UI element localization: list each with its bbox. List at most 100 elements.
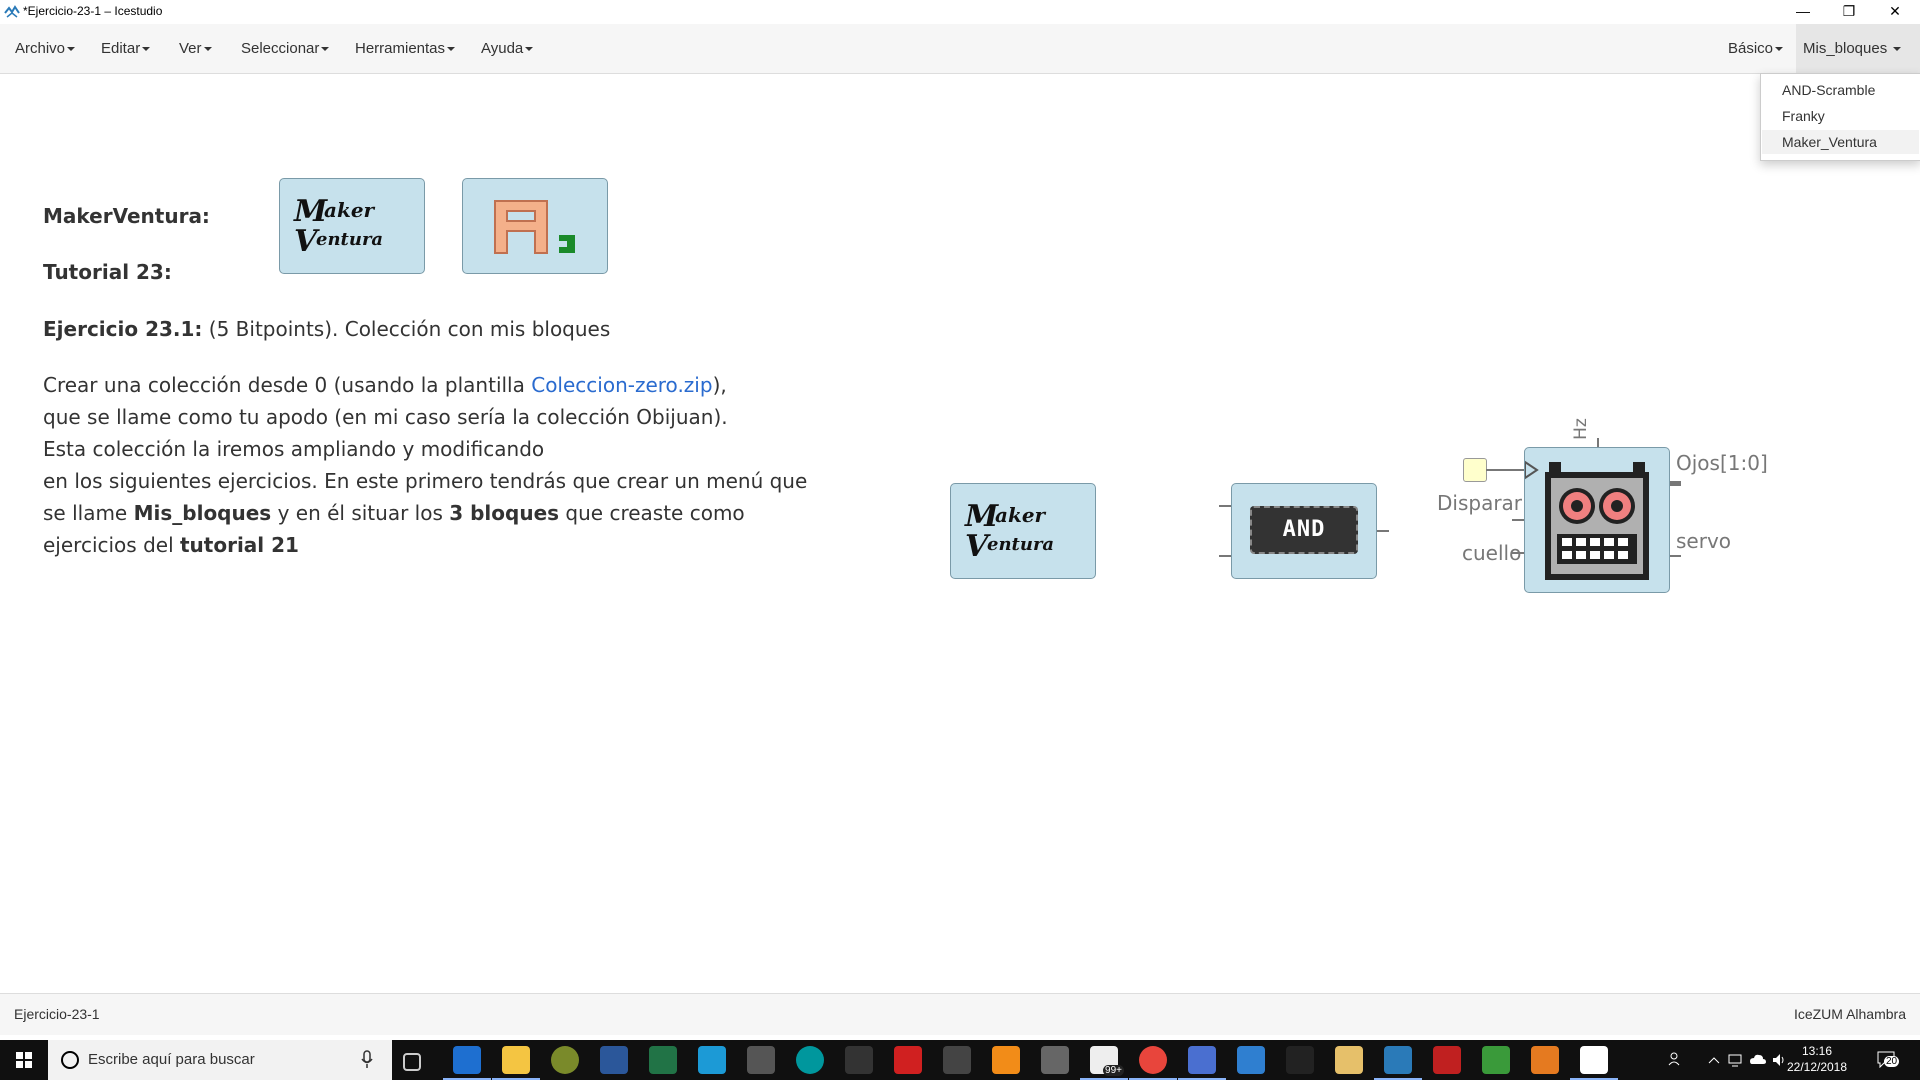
robot-ojos-port[interactable] xyxy=(1669,481,1681,486)
paragraph-line-3: Esta colección la iremos ampliando y mod… xyxy=(43,437,545,461)
svg-text:entura: entura xyxy=(316,229,383,250)
status-board-name[interactable]: IceZUM Alhambra xyxy=(1794,1006,1906,1022)
p1-text-a: Crear una colección desde 0 (usando la p… xyxy=(43,373,532,397)
svg-text:entura: entura xyxy=(987,534,1054,555)
menu-archivo[interactable]: Archivo xyxy=(8,24,82,73)
caret-down-icon xyxy=(1775,47,1784,52)
camera-app-icon[interactable] xyxy=(747,1046,775,1074)
paragraph-line-6: ejercicios del tutorial 21 xyxy=(43,533,299,557)
taskbar-search[interactable]: Escribe aquí para buscar xyxy=(48,1040,392,1080)
svg-text:aker: aker xyxy=(995,503,1047,527)
drive-app-icon[interactable] xyxy=(943,1046,971,1074)
exercise-description: (5 Bitpoints). Colección con mis bloques xyxy=(202,317,611,341)
typora-icon[interactable] xyxy=(1570,1046,1618,1080)
shield-app-icon[interactable] xyxy=(1531,1046,1559,1074)
mail-icon[interactable]: 99+ xyxy=(1080,1046,1128,1080)
dropdown-item-and-scramble[interactable]: AND-Scramble xyxy=(1762,78,1919,102)
makerventura-block[interactable]: M aker V entura xyxy=(950,483,1096,579)
menu-seleccionar[interactable]: Seleccionar xyxy=(234,24,336,73)
menu-basico-label: Básico xyxy=(1728,40,1774,57)
disparar-wire xyxy=(1486,469,1524,471)
caret-down-icon xyxy=(67,47,76,52)
inkscape-icon[interactable] xyxy=(845,1046,873,1074)
start-button[interactable] xyxy=(0,1040,48,1080)
menu-ayuda[interactable]: Ayuda xyxy=(474,24,540,73)
robot-cuello-port[interactable] xyxy=(1512,552,1524,554)
word-icon[interactable] xyxy=(600,1046,628,1074)
menu-basico[interactable]: Básico xyxy=(1721,24,1790,73)
chrome-icon[interactable] xyxy=(1129,1046,1177,1080)
coleccion-zero-link[interactable]: Coleccion-zero.zip xyxy=(531,373,712,397)
and-output-port[interactable] xyxy=(1377,530,1389,532)
notepad-icon[interactable] xyxy=(1482,1046,1510,1074)
robot-disparar-port[interactable] xyxy=(1512,519,1524,521)
exercise-number: Ejercicio 23.1: xyxy=(43,317,203,341)
makerventura-logo-image: M aker V entura xyxy=(279,178,425,274)
onedrive-cloud-icon[interactable] xyxy=(1749,1052,1767,1068)
notification-count: 20 xyxy=(1884,1056,1900,1067)
maximize-button[interactable]: ❐ xyxy=(1826,0,1872,24)
file-explorer-icon[interactable] xyxy=(492,1046,540,1080)
vscode-icon[interactable] xyxy=(1237,1046,1265,1074)
p5-text-a: se llame xyxy=(43,501,134,525)
icestudio-taskbar-icon[interactable] xyxy=(1374,1046,1422,1080)
caret-down-icon xyxy=(142,47,151,52)
windows-logo-icon xyxy=(16,1052,32,1068)
menu-ver-label: Ver xyxy=(179,40,202,57)
mis-bloques-dropdown: AND-Scramble Franky Maker_Ventura xyxy=(1760,73,1920,161)
remote-app-icon[interactable] xyxy=(1178,1046,1226,1080)
dropdown-item-maker-ventura[interactable]: Maker_Ventura xyxy=(1762,130,1919,154)
vlc-icon[interactable] xyxy=(992,1046,1020,1074)
close-button[interactable]: ✕ xyxy=(1872,0,1918,24)
and-chip-body: AND xyxy=(1250,506,1358,554)
p1-text-b: ), xyxy=(712,373,727,397)
menu-herramientas[interactable]: Herramientas xyxy=(348,24,462,73)
f-app-icon[interactable] xyxy=(894,1046,922,1074)
network-icon[interactable] xyxy=(1727,1052,1743,1068)
dropdown-item-franky[interactable]: Franky xyxy=(1762,104,1919,128)
exercise-title: Ejercicio 23.1: (5 Bitpoints). Colección… xyxy=(43,317,610,341)
tray-chevron-up-icon[interactable] xyxy=(1707,1053,1721,1067)
task-view-icon[interactable] xyxy=(403,1053,421,1071)
menu-ayuda-label: Ayuda xyxy=(481,40,524,57)
aj-logo xyxy=(494,200,575,254)
p5-text-e: que creaste como xyxy=(559,501,745,525)
paragraph-line-1: Crear una colección desde 0 (usando la p… xyxy=(43,373,727,397)
menu-editar[interactable]: Editar xyxy=(94,24,157,73)
icestudio-app-icon xyxy=(4,5,20,18)
menu-bar: Archivo Editar Ver Seleccionar Herramien… xyxy=(0,24,1920,74)
franky-robot-block[interactable] xyxy=(1524,447,1670,593)
aj-logo-image xyxy=(462,178,608,274)
title-bar: *Ejercicio-23-1 – Icestudio — ❐ ✕ xyxy=(0,0,1920,24)
disparar-input-pin[interactable] xyxy=(1463,458,1487,482)
taskbar-clock[interactable]: 13:16 22/12/2018 xyxy=(1785,1043,1849,1075)
people-icon[interactable] xyxy=(1668,1051,1684,1067)
windows-taskbar: Escribe aquí para buscar 99+ 13:16 22/12… xyxy=(0,1040,1920,1080)
design-canvas[interactable]: MakerVentura: Tutorial 23: Ejercicio 23.… xyxy=(0,74,1920,993)
p6-text-a: ejercicios del xyxy=(43,533,180,557)
and-input-port-1[interactable] xyxy=(1219,505,1231,507)
gitkraken-icon[interactable] xyxy=(1286,1046,1314,1074)
calculator-icon[interactable] xyxy=(1041,1046,1069,1074)
excel-icon[interactable] xyxy=(649,1046,677,1074)
status-project-name: Ejercicio-23-1 xyxy=(14,1006,100,1022)
makerventura-block-logo: M aker V entura xyxy=(964,499,1054,564)
search-placeholder: Escribe aquí para buscar xyxy=(88,1051,255,1068)
status-bar: Ejercicio-23-1 IceZUM Alhambra xyxy=(0,993,1920,1035)
and-scramble-block[interactable]: AND xyxy=(1231,483,1377,579)
freecad-icon[interactable] xyxy=(1433,1046,1461,1074)
menu-mis-bloques[interactable]: Mis_bloques xyxy=(1796,24,1920,73)
p5-text-c: y en él situar los xyxy=(271,501,450,525)
minimize-button[interactable]: — xyxy=(1780,0,1826,24)
and-input-port-2[interactable] xyxy=(1219,555,1231,557)
caret-down-icon xyxy=(1893,47,1902,52)
notifications-icon[interactable]: 20 xyxy=(1876,1048,1902,1072)
globe-app-icon[interactable] xyxy=(551,1046,579,1074)
paragraph-line-2: que se llame como tu apodo (en mi caso s… xyxy=(43,405,728,429)
edge-browser-icon[interactable] xyxy=(443,1046,491,1080)
robot-servo-port[interactable] xyxy=(1669,555,1681,557)
arduino-icon[interactable] xyxy=(796,1046,824,1074)
document-app-icon[interactable] xyxy=(1335,1046,1363,1074)
c-app-icon[interactable] xyxy=(698,1046,726,1074)
menu-ver[interactable]: Ver xyxy=(172,24,219,73)
